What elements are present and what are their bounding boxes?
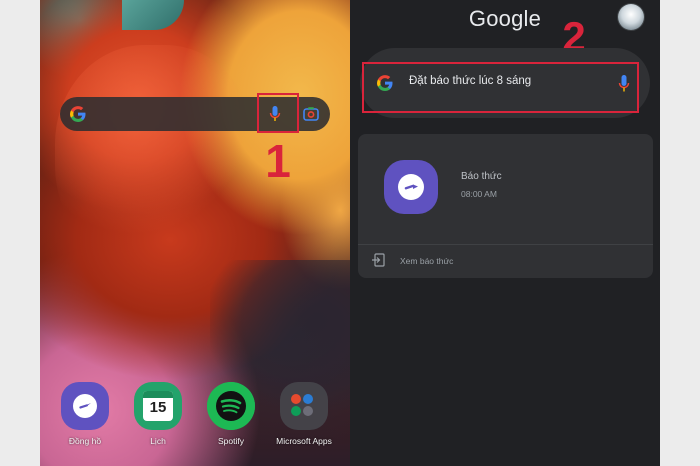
dock-label: Microsoft Apps bbox=[276, 436, 332, 446]
alarm-time: 08:00 AM bbox=[461, 189, 497, 199]
dock-app-microsoft[interactable]: Microsoft Apps bbox=[269, 382, 339, 446]
home-screen: 1 Đồng hồ 15 Lịch Spotify Microsoft Apps bbox=[40, 0, 350, 466]
dock-label: Lịch bbox=[150, 436, 166, 446]
alarm-result-card[interactable]: Báo thức 08:00 AM Xem báo thức bbox=[358, 134, 653, 278]
highlight-box-mic bbox=[257, 93, 299, 133]
alarm-title: Báo thức bbox=[461, 171, 502, 182]
spotify-icon bbox=[207, 382, 255, 430]
divider bbox=[358, 244, 653, 245]
clock-icon bbox=[61, 382, 109, 430]
wallpaper-shape bbox=[55, 45, 255, 265]
wallpaper-accent bbox=[122, 0, 184, 30]
app-dock: Đồng hồ 15 Lịch Spotify Microsoft Apps bbox=[40, 382, 350, 452]
google-logo: Google bbox=[468, 6, 542, 31]
dock-app-clock[interactable]: Đồng hồ bbox=[50, 382, 120, 446]
step-number-1: 1 bbox=[265, 135, 291, 187]
google-g-icon bbox=[69, 105, 87, 128]
folder-icon bbox=[280, 382, 328, 430]
calendar-day: 15 bbox=[149, 399, 167, 416]
alarm-clock-icon bbox=[384, 160, 438, 214]
calendar-icon: 15 bbox=[134, 382, 182, 430]
highlight-box-query bbox=[362, 62, 639, 113]
view-alarm-link[interactable]: Xem báo thức bbox=[400, 256, 453, 266]
google-lens-icon[interactable] bbox=[302, 105, 320, 128]
open-in-app-icon[interactable] bbox=[371, 252, 387, 273]
avatar[interactable] bbox=[618, 4, 644, 30]
dock-app-calendar[interactable]: 15 Lịch bbox=[123, 382, 193, 446]
dock-label: Spotify bbox=[218, 436, 244, 446]
dock-app-spotify[interactable]: Spotify bbox=[196, 382, 266, 446]
dock-label: Đồng hồ bbox=[68, 436, 102, 446]
